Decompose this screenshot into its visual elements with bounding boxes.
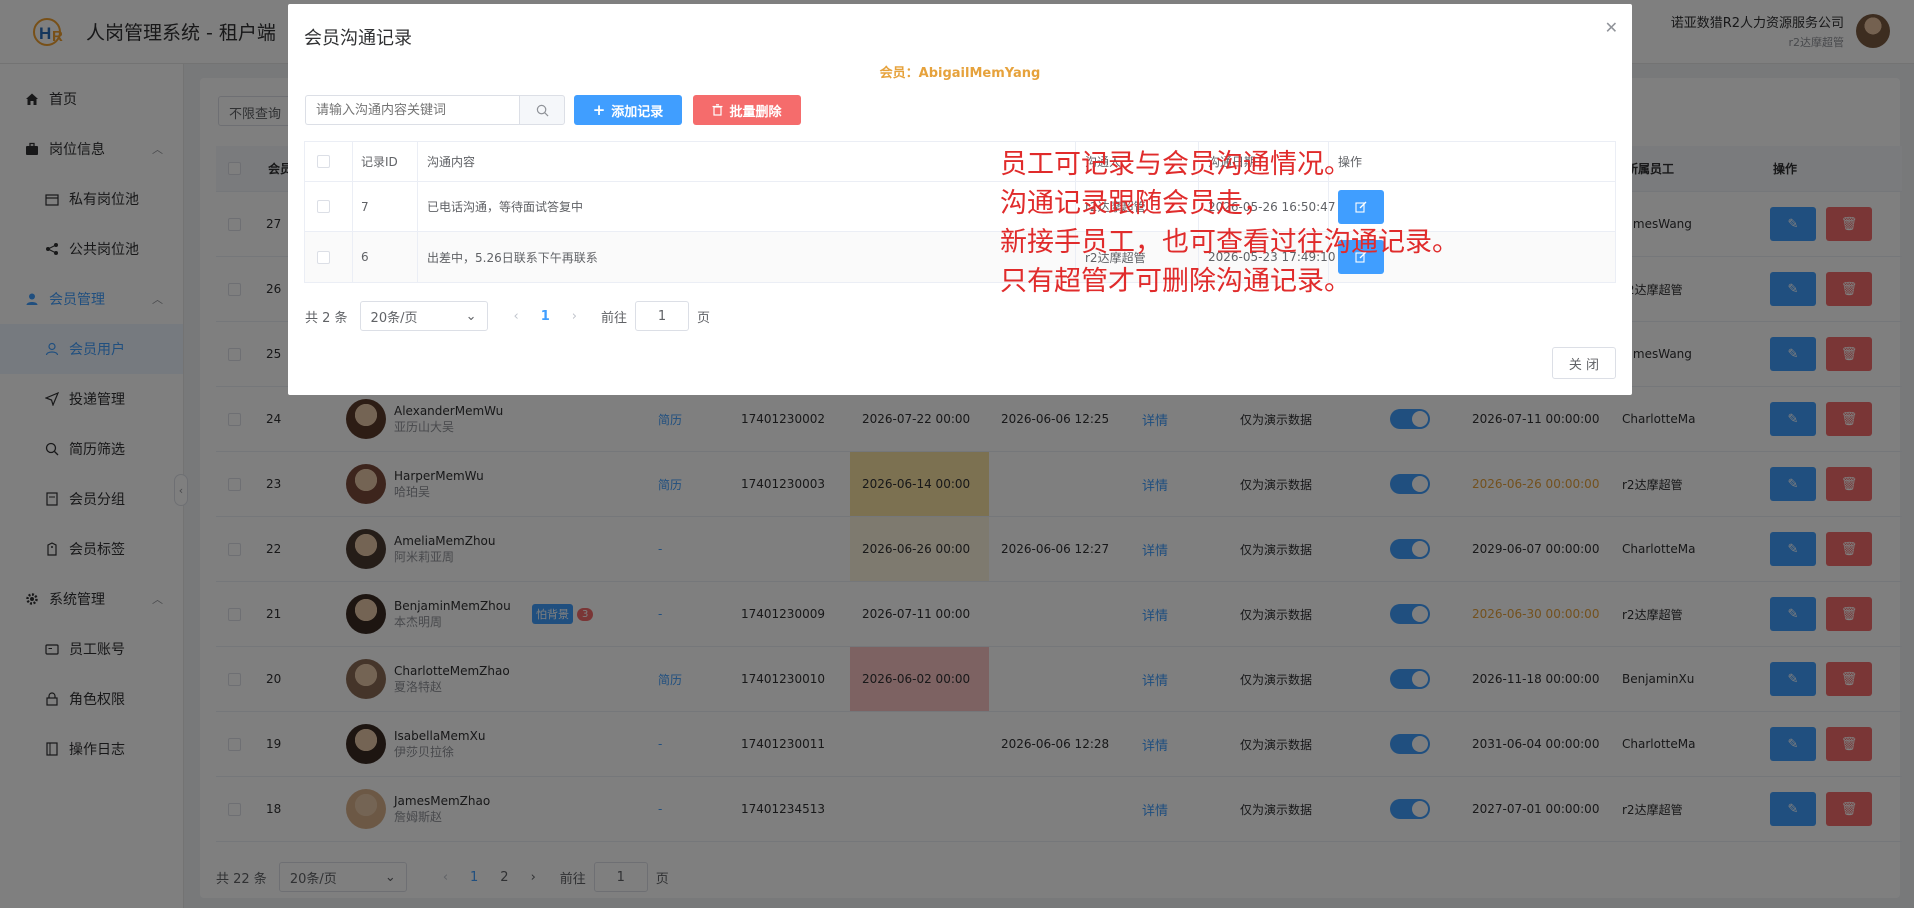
record-content: 已电话沟通，等待面试答复中 bbox=[427, 200, 584, 214]
chevron-down-icon: ⌄ bbox=[465, 308, 477, 324]
record-id: 6 bbox=[361, 250, 369, 264]
feature-annotation: 员工可记录与会员沟通情况。 沟通记录跟随会员走， 新接手员工，也可查看过往沟通记… bbox=[1000, 145, 1459, 301]
annotation-line: 新接手员工，也可查看过往沟通记录。 bbox=[1000, 227, 1459, 258]
col-record-id: 记录ID bbox=[361, 155, 398, 169]
col-content: 沟通内容 bbox=[427, 155, 476, 169]
annotation-line: 沟通记录跟随会员走， bbox=[1000, 188, 1270, 219]
batch-delete-button[interactable]: 批量删除 bbox=[693, 95, 801, 125]
goto-input[interactable]: 1 bbox=[635, 301, 690, 331]
annotation-line: 员工可记录与会员沟通情况。 bbox=[1000, 149, 1351, 180]
add-record-button[interactable]: + 添加记录 bbox=[574, 95, 682, 125]
add-record-label: 添加记录 bbox=[611, 104, 664, 120]
page-unit: 页 bbox=[697, 310, 711, 326]
record-content: 出差中，5.26日联系下午再联系 bbox=[427, 250, 598, 265]
row-checkbox[interactable] bbox=[317, 200, 330, 213]
trash-icon bbox=[712, 104, 723, 116]
select-all-records-checkbox[interactable] bbox=[317, 155, 330, 168]
page-1[interactable]: 1 bbox=[541, 309, 550, 324]
annotation-line: 只有超管才可删除沟通记录。 bbox=[1000, 266, 1351, 297]
batch-delete-label: 批量删除 bbox=[729, 104, 782, 120]
communication-record-dialog: 会员沟通记录 ✕ 会员：AbigailMemYang + 添加记录 批量删除 记… bbox=[288, 4, 1632, 395]
total-count: 共 2 条 bbox=[305, 310, 348, 326]
goto-label: 前往 bbox=[601, 310, 628, 326]
dialog-title: 会员沟通记录 bbox=[304, 28, 412, 49]
search-icon bbox=[536, 104, 548, 116]
search-button[interactable] bbox=[519, 95, 565, 125]
dialog-pagination: 共 2 条 20条/页 ⌄ ‹ 1 › 前往 1 页 bbox=[305, 300, 710, 332]
page-size-select[interactable]: 20条/页 ⌄ bbox=[359, 301, 488, 331]
row-checkbox[interactable] bbox=[317, 250, 330, 264]
record-id: 7 bbox=[361, 199, 369, 214]
page-size-value: 20条/页 bbox=[370, 310, 418, 326]
next-page-icon[interactable]: › bbox=[572, 309, 577, 324]
close-icon[interactable]: ✕ bbox=[1605, 18, 1618, 37]
member-name: 会员：AbigailMemYang bbox=[879, 66, 1041, 81]
plus-icon: + bbox=[592, 101, 606, 119]
close-dialog-button[interactable]: 关 闭 bbox=[1552, 347, 1616, 379]
prev-page-icon[interactable]: ‹ bbox=[514, 309, 519, 324]
search-input[interactable] bbox=[305, 95, 519, 125]
